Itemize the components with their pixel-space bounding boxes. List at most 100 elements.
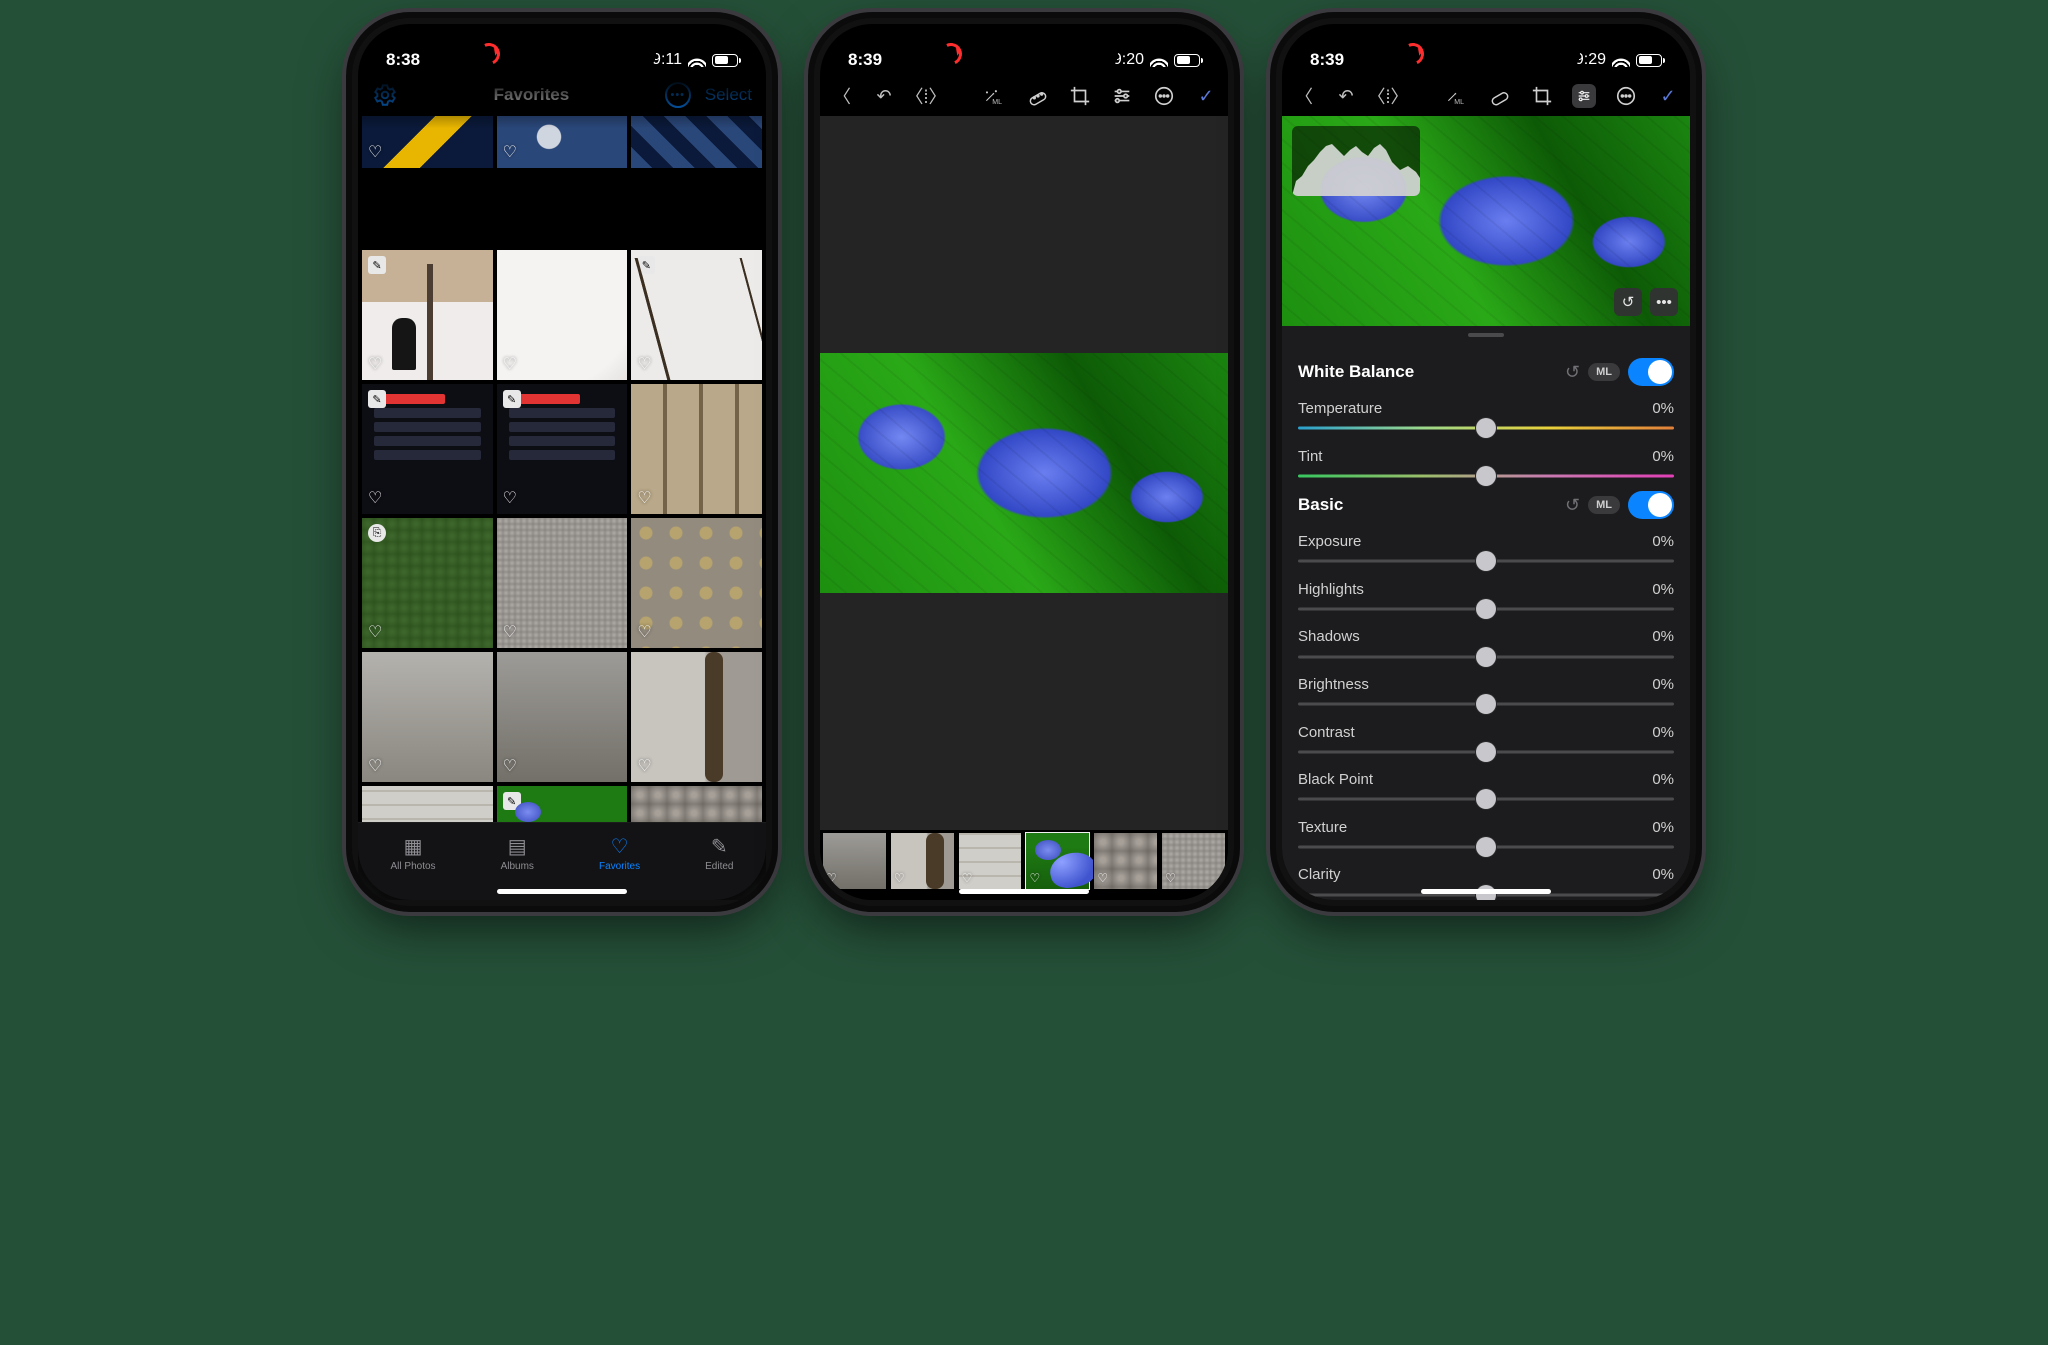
slider-knob[interactable] [1476, 789, 1496, 809]
photo-thumb[interactable]: ✎ [497, 786, 628, 822]
photo-thumb[interactable]: ✎ ♡ [362, 384, 493, 514]
confirm-button[interactable]: ✓ [1656, 84, 1680, 108]
repair-button[interactable] [1026, 84, 1050, 108]
filmstrip-thumb[interactable]: ♡ [1161, 832, 1226, 890]
photo-thumb[interactable]: ♡ [497, 250, 628, 380]
slider-knob[interactable] [1476, 599, 1496, 619]
select-button[interactable]: Select [705, 85, 752, 105]
slider[interactable] [1298, 703, 1674, 706]
slider-value: 0% [1652, 866, 1674, 883]
filmstrip-thumb[interactable]: ♡ [822, 832, 887, 890]
slider[interactable] [1298, 427, 1674, 430]
compare-button[interactable]: 〈⁞〉 [914, 84, 938, 108]
back-button[interactable]: 〈 [1292, 84, 1316, 108]
favorite-icon: ♡ [637, 758, 655, 776]
tab-favorites[interactable]: ♡ Favorites [599, 835, 640, 872]
photo-thumb[interactable]: ♡ [631, 652, 762, 782]
dynamic-island [1392, 36, 1580, 72]
home-indicator[interactable] [497, 889, 627, 894]
settings-button[interactable] [372, 82, 398, 108]
section-title: Basic [1298, 495, 1343, 515]
section-reset-button[interactable]: ↺ [1565, 495, 1580, 516]
photo-thumb[interactable]: ✎ ♡ [497, 384, 628, 514]
photo-thumb[interactable]: ♡ [362, 652, 493, 782]
favorite-icon: ♡ [637, 490, 655, 508]
slider[interactable] [1298, 608, 1674, 611]
canvas-reset-button[interactable]: ↺ [1614, 288, 1642, 316]
repair-button[interactable] [1488, 84, 1512, 108]
photo-thumb[interactable]: ✎♡ [631, 250, 762, 380]
photo-thumb[interactable]: ♡ [362, 116, 493, 168]
ml-button[interactable]: ML [1588, 496, 1620, 514]
albums-icon: ▤ [508, 835, 527, 857]
photo-thumb[interactable]: ♡ [497, 652, 628, 782]
more-button[interactable] [1614, 84, 1638, 108]
slider[interactable] [1298, 751, 1674, 754]
editor-toolbar: 〈 ↶ 〈⁞〉 ML [1282, 78, 1690, 116]
slider[interactable] [1298, 560, 1674, 563]
favorite-icon: ♡ [894, 869, 912, 887]
photo-grid[interactable]: ♡ ♡ ✎♡ ♡ ✎♡ ✎ ♡ ✎ ♡ ♡ ⎘♡ ♡ ♡ ♡ ♡ ♡ [358, 116, 766, 822]
compare-button[interactable]: 〈⁞〉 [1376, 84, 1400, 108]
favorite-icon: ♡ [1165, 869, 1183, 887]
filmstrip-thumb-selected[interactable]: ♡ [1025, 832, 1090, 890]
panel-handle[interactable] [1282, 326, 1690, 344]
slider-row: Shadows0% [1298, 628, 1674, 645]
photo-thumb[interactable] [362, 786, 493, 822]
editor-canvas[interactable]: ↺ ••• [1282, 116, 1690, 326]
adjust-panel[interactable]: White Balance↺MLTemperature0%Tint0%Basic… [1282, 344, 1690, 900]
magic-button[interactable]: ML [984, 84, 1008, 108]
filmstrip-thumb[interactable]: ♡ [958, 832, 1023, 890]
adjust-button-active[interactable] [1572, 84, 1596, 108]
slider-knob[interactable] [1476, 466, 1496, 486]
back-button[interactable]: 〈 [830, 84, 854, 108]
slider-label: Texture [1298, 819, 1347, 836]
editor-canvas[interactable] [820, 116, 1228, 830]
ml-button[interactable]: ML [1588, 363, 1620, 381]
photo-thumb[interactable] [631, 116, 762, 168]
photo-thumb[interactable]: ✎♡ [362, 250, 493, 380]
slider[interactable] [1298, 846, 1674, 849]
timer-icon [475, 40, 503, 68]
section-reset-button[interactable]: ↺ [1565, 362, 1580, 383]
slider-knob[interactable] [1476, 694, 1496, 714]
photo-thumb[interactable]: ⎘♡ [362, 518, 493, 648]
canvas-more-button[interactable]: ••• [1650, 288, 1678, 316]
adjust-button[interactable] [1110, 84, 1134, 108]
more-button[interactable] [1152, 84, 1176, 108]
confirm-button[interactable]: ✓ [1194, 84, 1218, 108]
photo-thumb[interactable]: ♡ [631, 518, 762, 648]
home-indicator[interactable] [1421, 889, 1551, 894]
photo-thumb[interactable]: ♡ [497, 518, 628, 648]
edited-badge-icon: ✎ [503, 390, 521, 408]
phone-2: 8:39 49:20 〈 ↶ 〈⁞〉 ML [814, 18, 1234, 906]
timer-icon [1399, 40, 1427, 68]
home-indicator[interactable] [959, 889, 1089, 894]
section-toggle[interactable] [1628, 358, 1674, 386]
photo-thumb[interactable]: ♡ [631, 384, 762, 514]
slider[interactable] [1298, 798, 1674, 801]
undo-button[interactable]: ↶ [1334, 84, 1358, 108]
magic-button[interactable]: ML [1446, 84, 1470, 108]
tab-all-photos[interactable]: ▦ All Photos [391, 835, 436, 872]
slider[interactable] [1298, 475, 1674, 478]
photo-thumb[interactable] [631, 786, 762, 822]
slider-knob[interactable] [1476, 418, 1496, 438]
section-toggle[interactable] [1628, 491, 1674, 519]
clock: 8:39 [848, 50, 882, 70]
slider-knob[interactable] [1476, 837, 1496, 857]
filmstrip-thumb[interactable]: ♡ [890, 832, 955, 890]
crop-button[interactable] [1530, 84, 1554, 108]
crop-button[interactable] [1068, 84, 1092, 108]
photo-thumb[interactable]: ♡ [497, 116, 628, 168]
tab-edited[interactable]: ✎ Edited [705, 835, 733, 872]
slider-knob[interactable] [1476, 742, 1496, 762]
filmstrip-thumb[interactable]: ♡ [1093, 832, 1158, 890]
slider-label: Tint [1298, 448, 1322, 465]
slider-knob[interactable] [1476, 551, 1496, 571]
more-button[interactable]: ••• [665, 82, 691, 108]
slider[interactable] [1298, 655, 1674, 658]
undo-button[interactable]: ↶ [872, 84, 896, 108]
tab-albums[interactable]: ▤ Albums [501, 835, 534, 872]
slider-knob[interactable] [1476, 647, 1496, 667]
